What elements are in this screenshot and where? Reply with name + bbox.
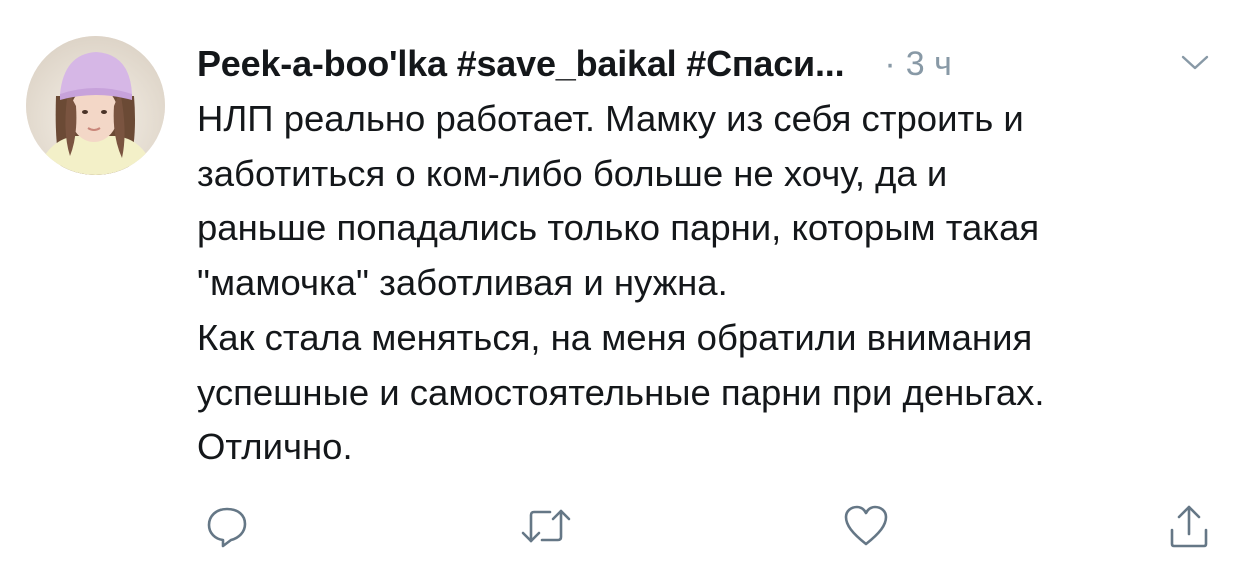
tweet-text-line: Как стала меняться, на меня обратили вни…: [197, 316, 1033, 358]
tweet-text-line: НЛП реально работает. Мамку из себя стро…: [197, 98, 1024, 139]
tweet-text-line: заботиться о ком-либо больше не хочу, да…: [197, 152, 948, 194]
retweet-icon: [521, 509, 571, 543]
tweet-header: Peek-a-boo'lka #save_baikal #Спаси... · …: [197, 38, 1217, 90]
tweet-text: НЛП реально работает. Мамку из себя стро…: [197, 92, 1227, 475]
chevron-down-icon[interactable]: [1179, 50, 1211, 74]
tweet-actions: [0, 498, 1242, 554]
avatar-image: [26, 36, 165, 175]
reply-button[interactable]: [199, 498, 255, 554]
like-button[interactable]: [838, 498, 894, 554]
tweet-card[interactable]: Peek-a-boo'lka #save_baikal #Спаси... · …: [0, 0, 1242, 580]
tweet-text-line: раньше попадались только парни, которым …: [197, 207, 1040, 249]
reply-icon: [207, 507, 247, 548]
timestamp[interactable]: 3 ч: [906, 45, 952, 84]
separator-dot: ·: [884, 44, 896, 83]
share-button[interactable]: [1161, 498, 1217, 554]
heart-icon: [844, 505, 888, 546]
retweet-button[interactable]: [518, 498, 574, 554]
tweet-text-line: успешные и самостоятельные парни при ден…: [197, 371, 1045, 413]
avatar[interactable]: [26, 36, 165, 175]
display-name[interactable]: Peek-a-boo'lka #save_baikal #Спаси...: [197, 43, 844, 85]
tweet-text-line: Отлично.: [197, 426, 353, 468]
share-icon: [1170, 505, 1208, 548]
tweet-text-line: "мамочка" заботливая и нужна.: [197, 262, 728, 304]
